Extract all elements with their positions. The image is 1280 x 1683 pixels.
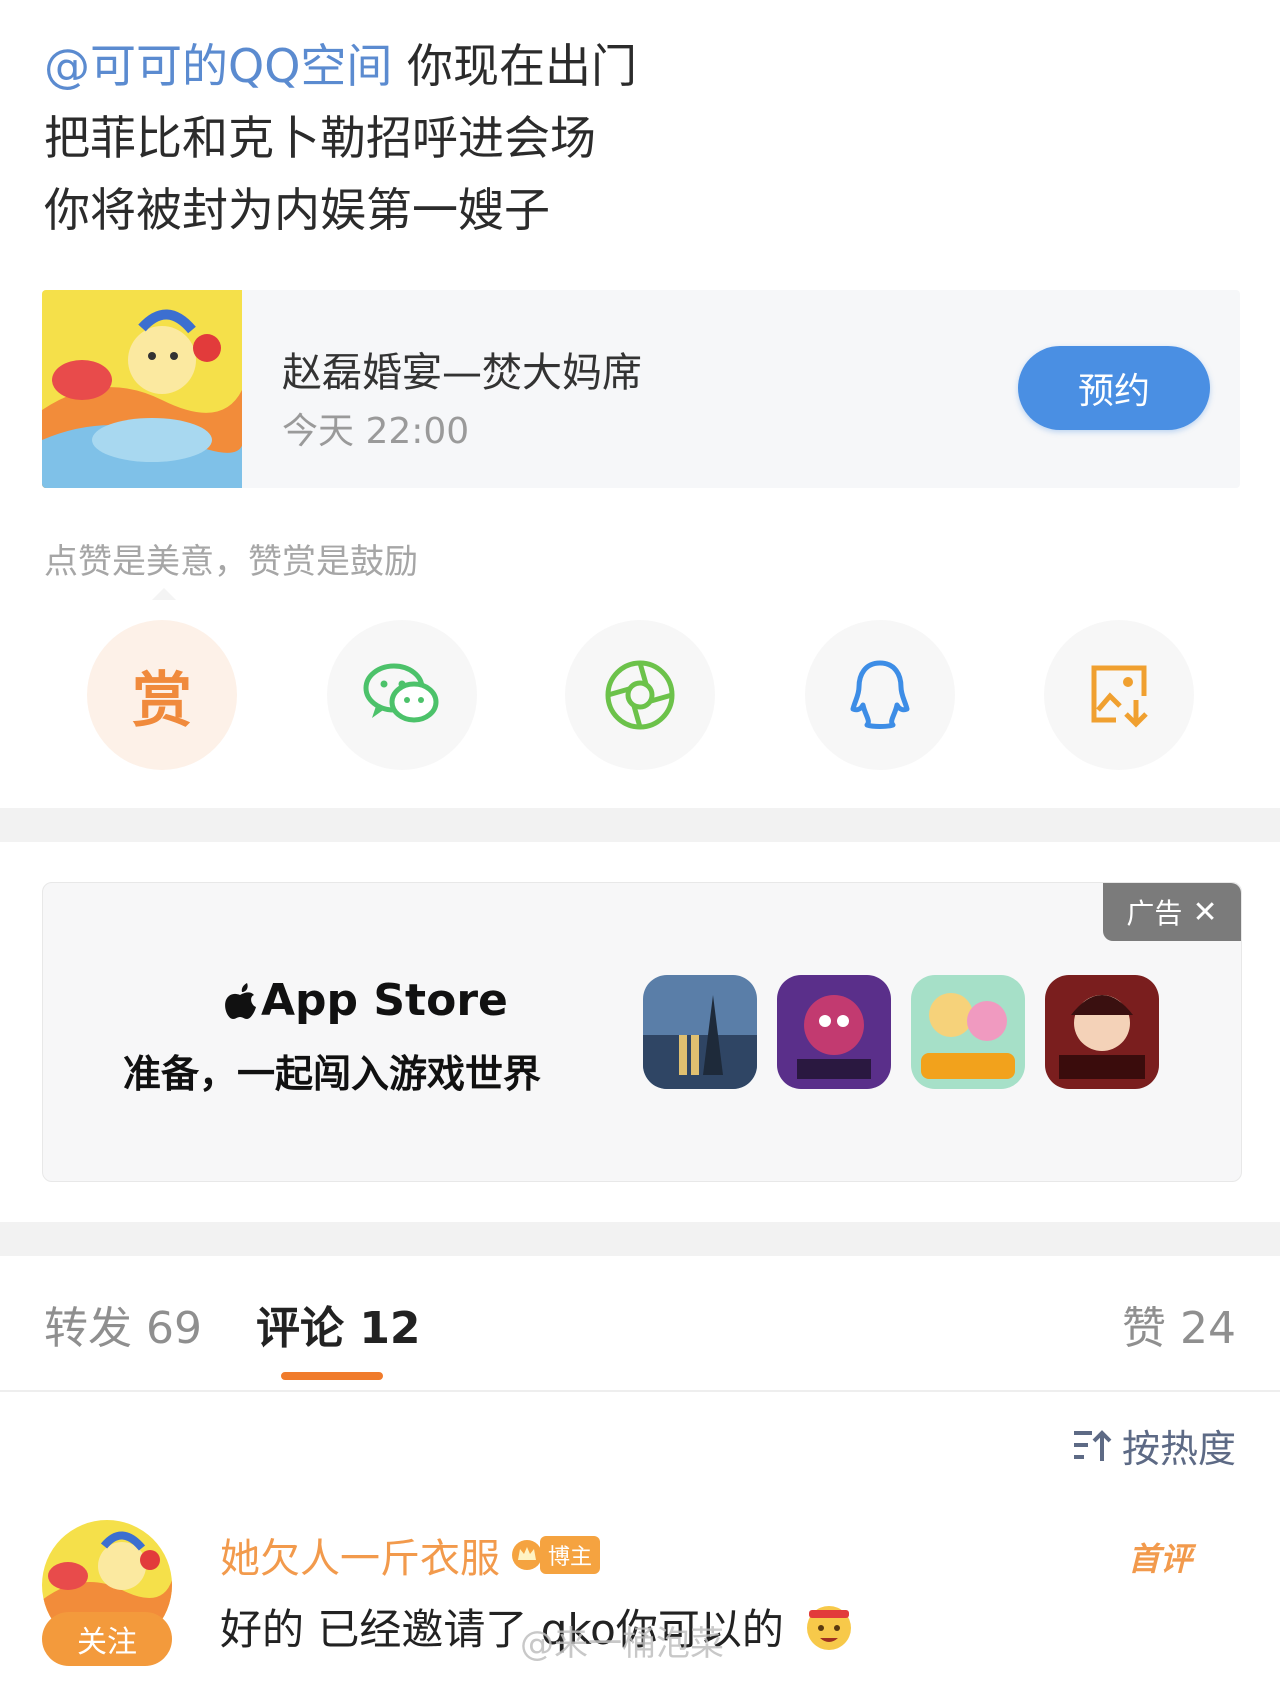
post-body: @可可的QQ空间 你现在出门 把菲比和克卜勒招呼进会场 你将被封为内娱第一嫂子: [44, 30, 1224, 246]
apple-icon: [225, 982, 256, 1019]
app-icon-1[interactable]: [643, 975, 757, 1089]
post-text-1: 你现在出门: [392, 39, 638, 93]
save-image-button[interactable]: [1044, 620, 1194, 770]
ad-card[interactable]: 广告 ✕ App Store 准备，一起闯入游戏世界: [42, 882, 1242, 1182]
share-row: 赏: [0, 620, 1280, 770]
event-time: 今天 22:00: [282, 411, 470, 452]
reserve-button[interactable]: 预约: [1018, 346, 1210, 430]
section-divider: [0, 808, 1280, 842]
cheer-emoji-icon: [807, 1606, 852, 1650]
event-thumbnail: [42, 290, 244, 488]
watermark: @来一桶泡菜: [520, 1624, 724, 1664]
tab-repost[interactable]: 转发 69: [44, 1292, 202, 1356]
moments-icon: [605, 660, 675, 730]
share-moments-button[interactable]: [565, 620, 715, 770]
reward-tip: 点赞是美意，赞赏是鼓励: [44, 542, 418, 582]
app-icon-2[interactable]: [777, 975, 891, 1089]
wechat-icon: [363, 663, 439, 723]
reward-button[interactable]: 赏: [87, 620, 237, 770]
share-wechat-button[interactable]: [327, 620, 477, 770]
reward-icon: 赏: [132, 665, 192, 736]
sort-label: 按热度: [1121, 1427, 1236, 1471]
ad-brand: App Store: [223, 975, 508, 1026]
post-line-3: 你将被封为内娱第一嫂子: [44, 183, 550, 237]
username-label: 她欠人一斤衣服: [220, 1536, 500, 1582]
tip-pointer: [152, 588, 176, 600]
ad-brand-label: App Store: [261, 975, 508, 1026]
tab-comment[interactable]: 评论 12: [256, 1292, 421, 1356]
first-comment-tag: 首评: [1127, 1540, 1192, 1578]
event-card[interactable]: 赵磊婚宴—焚大妈席 今天 22:00 预约: [42, 290, 1240, 488]
qq-icon: [850, 660, 910, 729]
blogger-badge: 博主: [510, 1536, 601, 1574]
post-line-1: @可可的QQ空间 你现在出门: [44, 30, 1224, 102]
active-tab-indicator: [281, 1372, 383, 1380]
event-title: 赵磊婚宴—焚大妈席: [282, 350, 642, 396]
app-icon-3[interactable]: [911, 975, 1025, 1089]
tab-like[interactable]: 赞 24: [1122, 1292, 1236, 1356]
sort-selector[interactable]: 按热度: [1072, 1418, 1236, 1473]
post-line-2: 把菲比和克卜勒招呼进会场: [44, 111, 596, 165]
section-divider-2: [0, 1222, 1280, 1256]
ad-tag-label: 广告: [1126, 897, 1183, 930]
comment-username[interactable]: 她欠人一斤衣服 博主: [220, 1526, 601, 1584]
app-icon-4[interactable]: [1045, 975, 1159, 1089]
share-qq-button[interactable]: [805, 620, 955, 770]
ad-tag[interactable]: 广告 ✕: [1103, 883, 1241, 941]
ad-slogan: 准备，一起闯入游戏世界: [123, 1052, 542, 1096]
mention-link[interactable]: @可可的QQ空间: [44, 39, 392, 93]
sort-icon: [1073, 1429, 1112, 1461]
save-image-icon: [1091, 665, 1148, 728]
follow-button[interactable]: 关注: [42, 1612, 172, 1666]
close-icon[interactable]: ✕: [1192, 895, 1217, 930]
badge-label: 博主: [540, 1536, 601, 1574]
interaction-tabs: 转发 69 评论 12 赞 24: [0, 1262, 1280, 1392]
crown-icon: [512, 1540, 542, 1570]
